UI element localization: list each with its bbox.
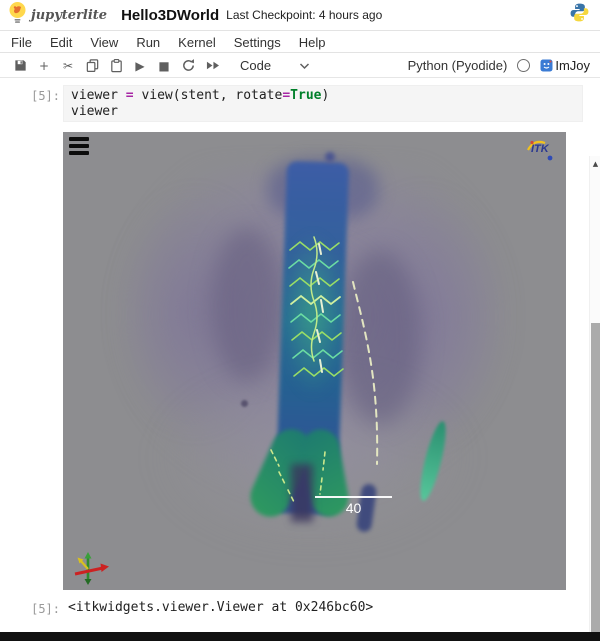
itk-logo-icon: ITK <box>524 137 558 168</box>
hamburger-icon <box>69 144 89 148</box>
cell-type-dropdown[interactable]: Code <box>240 58 310 73</box>
app-logo-text: jupyterlite <box>31 8 107 23</box>
run-all-icon <box>205 59 220 72</box>
imjoy-label: ImJoy <box>555 58 590 73</box>
paste-icon <box>109 58 124 73</box>
stent-wire-mesh <box>63 132 566 590</box>
input-prompt: [5]: <box>0 89 60 103</box>
chevron-down-icon <box>299 62 310 70</box>
hamburger-icon <box>69 151 89 155</box>
python-logo-icon <box>569 2 590 28</box>
scale-bar-label: 40 <box>315 500 392 516</box>
bottom-bar <box>0 632 600 641</box>
viewer-menu-button[interactable] <box>69 137 91 155</box>
jupyterlite-window: jupyterlite Hello3DWorld Last Checkpoint… <box>0 0 600 641</box>
output-prompt: [5]: <box>0 602 60 616</box>
code-operator: = <box>282 88 290 103</box>
save-button[interactable] <box>8 56 32 76</box>
add-cell-button[interactable]: + <box>32 56 56 76</box>
copy-icon <box>85 58 100 73</box>
toolbar-right-group: Python (Pyodide) ImJoy <box>408 58 590 73</box>
code-text: view(stent, rotate <box>134 88 283 103</box>
code-text: viewer <box>71 88 126 103</box>
menu-item-run[interactable]: Run <box>127 35 169 50</box>
copy-button[interactable] <box>80 56 104 76</box>
restart-kernel-button[interactable] <box>176 56 200 76</box>
stop-button[interactable]: ■ <box>152 56 176 76</box>
top-bar: jupyterlite Hello3DWorld Last Checkpoint… <box>0 0 600 31</box>
menu-item-file[interactable]: File <box>2 35 41 50</box>
menu-bar: File Edit View Run Kernel Settings Help <box>0 32 600 53</box>
code-text: viewer <box>71 104 118 119</box>
add-cell-icon: + <box>39 60 49 72</box>
menu-item-kernel[interactable]: Kernel <box>169 35 225 50</box>
notebook-toolbar: + ✂ ▶ ■ C <box>0 54 600 78</box>
code-text: ) <box>321 88 329 103</box>
save-icon <box>13 58 28 73</box>
orientation-axes-icon <box>71 552 111 590</box>
kernel-name[interactable]: Python (Pyodide) <box>408 58 508 73</box>
checkpoint-status: Last Checkpoint: 4 hours ago <box>226 8 382 22</box>
stop-icon: ■ <box>158 60 169 72</box>
run-all-button[interactable] <box>200 56 224 76</box>
menu-item-help[interactable]: Help <box>290 35 335 50</box>
menu-item-settings[interactable]: Settings <box>225 35 290 50</box>
paste-button[interactable] <box>104 56 128 76</box>
scale-bar <box>315 496 392 498</box>
hamburger-icon <box>69 137 89 141</box>
itk-viewer-canvas[interactable]: ITK <box>63 132 566 590</box>
menu-item-edit[interactable]: Edit <box>41 35 81 50</box>
code-operator: = <box>126 88 134 103</box>
menu-item-view[interactable]: View <box>81 35 127 50</box>
imjoy-icon <box>540 59 553 72</box>
jupyterlite-logo-icon <box>8 1 27 29</box>
cut-icon: ✂ <box>63 60 73 72</box>
restart-kernel-icon <box>181 58 196 73</box>
run-cell-button[interactable]: ▶ <box>128 56 152 76</box>
run-icon: ▶ <box>135 60 144 72</box>
scroll-up-arrow[interactable]: ▲ <box>590 158 600 170</box>
imjoy-button[interactable]: ImJoy <box>540 58 590 73</box>
svg-text:ITK: ITK <box>531 143 550 155</box>
output-repr-text: <itkwidgets.viewer.Viewer at 0x246bc60> <box>68 600 373 615</box>
notebook-panel: [5]: viewer = view(stent, rotate=True) v… <box>0 78 600 632</box>
code-cell-input[interactable]: viewer = view(stent, rotate=True) viewer <box>63 85 583 122</box>
scrollbar-thumb[interactable] <box>591 323 600 641</box>
code-keyword: True <box>290 88 321 103</box>
cut-button[interactable]: ✂ <box>56 56 80 76</box>
cell-type-value: Code <box>240 58 271 73</box>
notebook-title[interactable]: Hello3DWorld <box>121 7 219 24</box>
kernel-status-icon[interactable] <box>517 59 530 72</box>
vertical-scrollbar[interactable]: ▲ ▼ <box>589 156 600 641</box>
code-editor[interactable]: viewer = view(stent, rotate=True) viewer <box>71 88 575 120</box>
